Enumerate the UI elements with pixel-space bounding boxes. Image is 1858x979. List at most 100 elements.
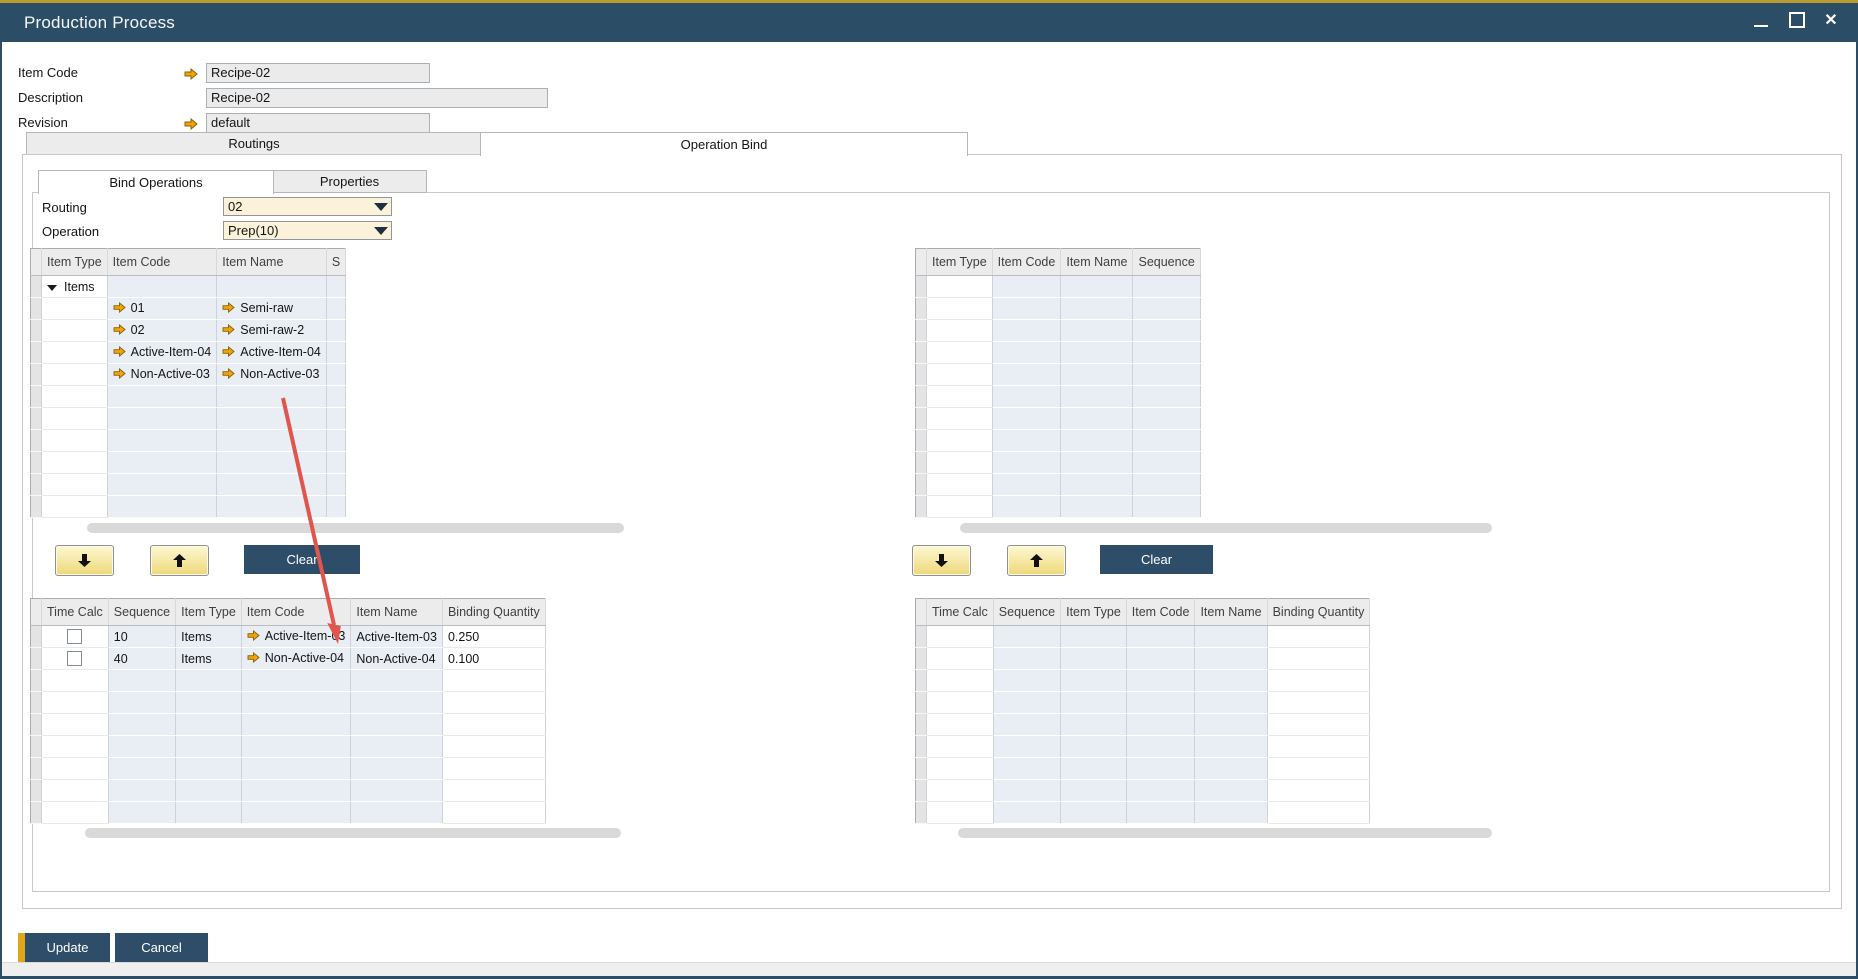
cell-sequence[interactable] — [993, 692, 1060, 714]
cell-item-code[interactable] — [992, 342, 1061, 364]
row-selector[interactable] — [916, 758, 927, 780]
table-row[interactable] — [916, 430, 1201, 452]
row-selector[interactable] — [31, 626, 42, 648]
cell-item-code[interactable] — [107, 430, 217, 452]
row-selector[interactable] — [31, 780, 42, 802]
row-selector[interactable] — [916, 780, 927, 802]
cell-sequence[interactable] — [1133, 298, 1200, 320]
column-header[interactable]: Time Calc — [927, 599, 994, 626]
cell-item-code[interactable] — [1126, 802, 1195, 824]
cell-item-code[interactable]: Non-Active-04 — [241, 648, 351, 670]
row-selector-header[interactable] — [31, 249, 42, 276]
cell-item-name[interactable] — [351, 670, 443, 692]
column-header[interactable]: Item Type — [42, 249, 108, 276]
cell-item-type[interactable] — [176, 692, 242, 714]
cell-item-name[interactable] — [1061, 496, 1133, 518]
cell-time-calc[interactable] — [42, 736, 109, 758]
cell-time-calc[interactable] — [42, 758, 109, 780]
table-row[interactable] — [916, 386, 1201, 408]
cell-item-name[interactable] — [1061, 342, 1133, 364]
cell-item-code[interactable] — [1126, 670, 1195, 692]
table-row[interactable] — [31, 496, 346, 518]
column-header[interactable]: Item Type — [176, 599, 242, 626]
cell-item-code[interactable] — [107, 496, 217, 518]
cell-item-type[interactable] — [927, 386, 993, 408]
row-selector[interactable] — [31, 758, 42, 780]
cell-item-type[interactable] — [927, 408, 993, 430]
column-header[interactable]: S — [326, 249, 345, 276]
cell-sequence[interactable] — [1133, 474, 1200, 496]
table-row[interactable] — [31, 452, 346, 474]
table-row[interactable] — [916, 802, 1370, 824]
cell-item-code[interactable] — [107, 386, 217, 408]
cell-item-code[interactable]: Active-Item-03 — [241, 626, 351, 648]
cell-binding-quantity[interactable]: 0.250 — [442, 626, 545, 648]
cell-binding-quantity[interactable] — [1267, 780, 1370, 802]
row-selector-header[interactable] — [916, 599, 927, 626]
cell-item-name[interactable] — [1061, 364, 1133, 386]
column-header[interactable]: Item Code — [1126, 599, 1195, 626]
table-row[interactable] — [916, 452, 1201, 474]
cell-binding-quantity[interactable] — [1267, 692, 1370, 714]
row-selector[interactable] — [31, 692, 42, 714]
cell-sequence[interactable] — [993, 736, 1060, 758]
table-row[interactable] — [916, 298, 1201, 320]
cell-time-calc[interactable] — [927, 692, 994, 714]
table-row[interactable] — [916, 474, 1201, 496]
clear-button-left[interactable]: Clear — [244, 545, 360, 574]
cell-sequence[interactable] — [326, 452, 345, 474]
item-code-field[interactable]: Recipe-02 — [206, 63, 430, 83]
update-button[interactable]: Update — [18, 933, 110, 962]
close-button[interactable]: ✕ — [1818, 0, 1844, 39]
table-row[interactable] — [916, 780, 1370, 802]
table-row[interactable] — [31, 408, 346, 430]
cell-item-name[interactable] — [1061, 430, 1133, 452]
move-up-button-left[interactable] — [150, 545, 209, 576]
cell-item-code[interactable] — [1126, 648, 1195, 670]
column-header[interactable]: Item Name — [351, 599, 443, 626]
cell-item-code[interactable]: 01 — [107, 298, 217, 320]
column-header[interactable]: Sequence — [108, 599, 175, 626]
cell-item-name[interactable]: Semi-raw — [217, 298, 327, 320]
cell-binding-quantity[interactable]: 0.100 — [442, 648, 545, 670]
cell-item-name[interactable] — [1061, 386, 1133, 408]
table-row[interactable] — [31, 474, 346, 496]
row-selector[interactable] — [916, 386, 927, 408]
cell-sequence[interactable]: 40 — [108, 648, 175, 670]
cell-item-type[interactable] — [927, 452, 993, 474]
cell-item-name[interactable] — [351, 736, 443, 758]
cell-item-name[interactable] — [217, 452, 327, 474]
row-selector[interactable] — [916, 648, 927, 670]
move-down-button-right[interactable] — [912, 545, 971, 576]
column-header[interactable]: Item Name — [217, 249, 327, 276]
table-row[interactable]: Non-Active-03Non-Active-03 — [31, 364, 346, 386]
cell-sequence[interactable] — [108, 736, 175, 758]
cell-item-code[interactable]: 02 — [107, 320, 217, 342]
cell-sequence[interactable] — [1133, 342, 1200, 364]
cell-sequence[interactable] — [326, 276, 345, 298]
row-selector[interactable] — [31, 298, 42, 320]
cell-item-type[interactable] — [1061, 758, 1127, 780]
cell-item-code[interactable] — [107, 276, 217, 298]
cell-item-type[interactable] — [927, 364, 993, 386]
cell-item-type[interactable] — [176, 758, 242, 780]
cell-sequence[interactable] — [326, 430, 345, 452]
table-row[interactable] — [31, 670, 546, 692]
cell-item-code[interactable] — [992, 298, 1061, 320]
cell-item-type[interactable] — [1061, 692, 1127, 714]
cell-item-name[interactable] — [351, 802, 443, 824]
cell-time-calc[interactable] — [42, 626, 109, 648]
cell-item-type[interactable] — [1061, 648, 1127, 670]
cell-sequence[interactable] — [326, 320, 345, 342]
table-row[interactable] — [31, 692, 546, 714]
column-header[interactable]: Item Name — [1195, 599, 1267, 626]
cell-item-name[interactable] — [217, 496, 327, 518]
cell-time-calc[interactable] — [42, 670, 109, 692]
row-selector[interactable] — [31, 736, 42, 758]
revision-field[interactable]: default — [206, 113, 430, 133]
cell-binding-quantity[interactable] — [1267, 736, 1370, 758]
cell-item-type[interactable] — [1061, 714, 1127, 736]
cell-binding-quantity[interactable] — [442, 802, 545, 824]
table-row[interactable] — [31, 430, 346, 452]
row-selector-header[interactable] — [31, 599, 42, 626]
